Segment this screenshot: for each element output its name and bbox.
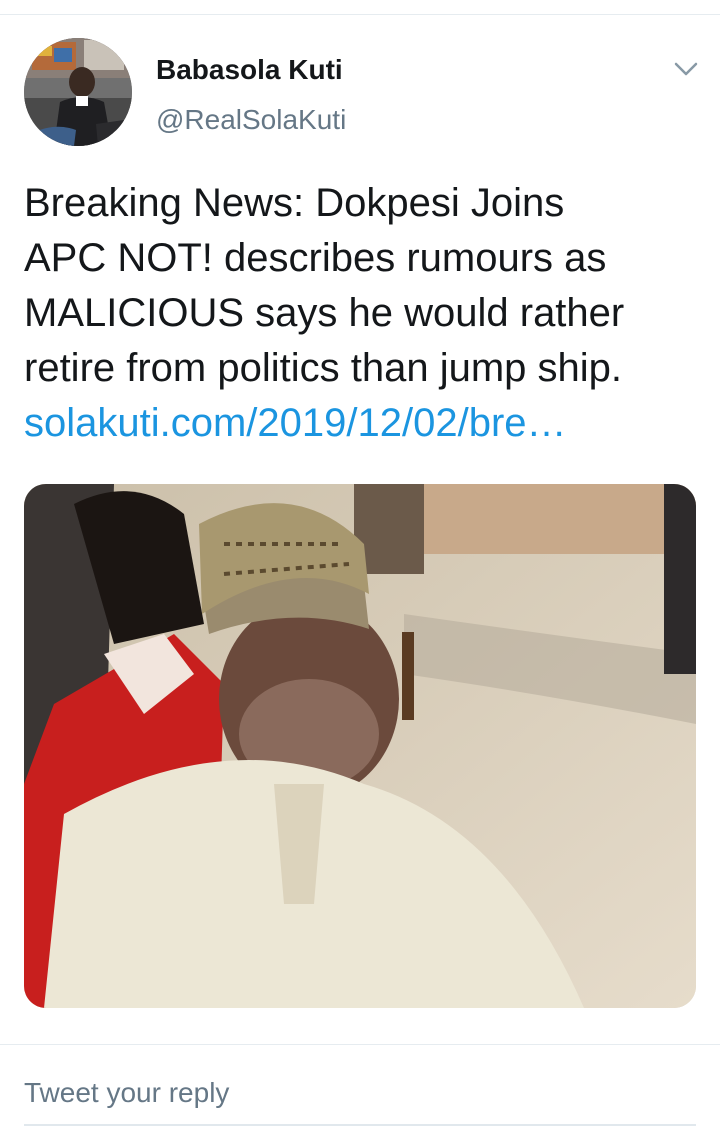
reply-input[interactable] <box>24 1064 696 1122</box>
tweet-menu-button[interactable] <box>670 56 702 82</box>
tweet-link[interactable]: solakuti.com/2019/12/02/bre… <box>24 396 696 451</box>
avatar[interactable] <box>24 38 132 146</box>
tweet-media-image[interactable] <box>24 484 696 1008</box>
tweet-text-line: Breaking News: Dokpesi Joins <box>24 181 565 225</box>
tweet-text: Breaking News: Dokpesi Joins APC NOT! de… <box>24 176 696 451</box>
media-photo <box>24 484 696 1008</box>
chevron-down-icon <box>674 62 698 76</box>
tweet-text-line: MALICIOUS says he would rather <box>24 291 625 335</box>
tweet-text-line: retire from politics than jump ship. <box>24 346 623 390</box>
author-name[interactable]: Babasola Kuti <box>156 52 343 88</box>
tweet-text-line: APC NOT! describes rumours as <box>24 236 607 280</box>
divider <box>0 1044 720 1045</box>
author-handle[interactable]: @RealSolaKuti <box>156 102 346 138</box>
top-divider <box>0 14 720 15</box>
reply-underline <box>24 1124 696 1126</box>
avatar-photo <box>24 38 132 146</box>
